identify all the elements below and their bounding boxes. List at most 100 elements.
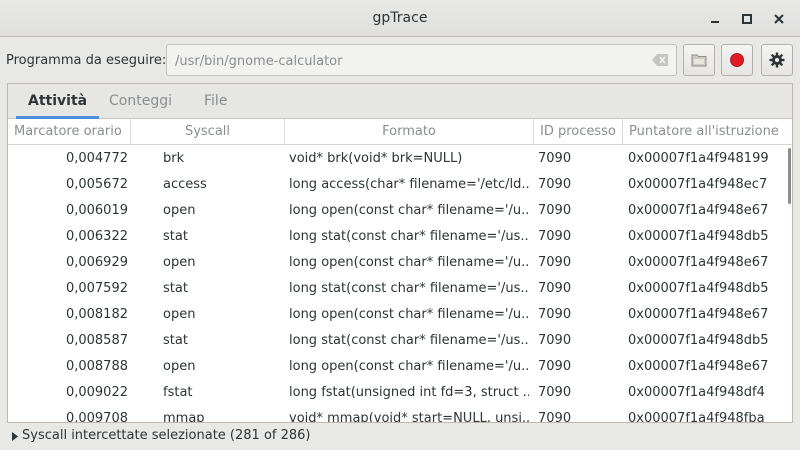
tab-file[interactable]: File [204, 84, 227, 119]
table-row[interactable]: 0,004772 brk void* brk(void* brk=NULL) 7… [8, 146, 792, 172]
tab-attivita[interactable]: Attività [15, 84, 100, 119]
column-header-format[interactable]: Formato [285, 119, 534, 145]
cell-format: long stat(const char* filename='/us... [289, 333, 529, 348]
cell-format: long open(const char* filename='/u... [289, 359, 529, 374]
vertical-scrollbar[interactable] [788, 148, 791, 204]
table-row[interactable]: 0,008587 stat long stat(const char* file… [8, 328, 792, 354]
cell-syscall: open [163, 307, 196, 322]
window-title: gpTrace [372, 10, 428, 26]
cell-format: void* brk(void* brk=NULL) [289, 151, 463, 166]
cell-timestamp: 0,006322 [65, 229, 128, 244]
table-row[interactable]: 0,007592 stat long stat(const char* file… [8, 276, 792, 302]
cell-pointer: 0x00007f1a4f948fba [628, 411, 765, 422]
cell-timestamp: 0,006929 [65, 255, 128, 270]
cell-timestamp: 0,008587 [65, 333, 128, 348]
cell-syscall: stat [163, 281, 188, 296]
cell-timestamp: 0,004772 [65, 151, 128, 166]
program-toolbar: Programma da eseguire: [0, 37, 800, 83]
clear-icon[interactable] [652, 54, 668, 70]
cell-pointer: 0x00007f1a4f948e67 [628, 359, 769, 374]
syscall-table-body: 0,004772 brk void* brk(void* brk=NULL) 7… [8, 146, 792, 422]
column-header-pid[interactable]: ID processo [534, 119, 623, 145]
cell-format: long open(const char* filename='/u... [289, 255, 529, 270]
cell-pointer: 0x00007f1a4f948e67 [628, 255, 769, 270]
cell-pointer: 0x00007f1a4f948e67 [628, 307, 769, 322]
cell-pid: 7090 [538, 229, 572, 244]
cell-timestamp: 0,008788 [65, 359, 128, 374]
expander-arrow-icon[interactable] [12, 430, 18, 445]
table-row[interactable]: 0,006929 open long open(const char* file… [8, 250, 792, 276]
cell-pid: 7090 [538, 281, 572, 296]
folder-icon [691, 54, 707, 67]
record-button[interactable] [721, 44, 753, 76]
notebook: Attività Conteggi File Marcatore orario … [7, 83, 793, 423]
cell-pid: 7090 [538, 151, 572, 166]
open-file-button[interactable] [683, 44, 715, 76]
cell-timestamp: 0,006019 [65, 203, 128, 218]
title-bar: gpTrace [0, 0, 800, 37]
cell-format: long open(const char* filename='/u... [289, 203, 529, 218]
selected-syscalls-expander[interactable]: Syscall intercettate selezionate (281 of… [0, 423, 800, 450]
table-row[interactable]: 0,009022 fstat long fstat(unsigned int f… [8, 380, 792, 406]
cell-syscall: stat [163, 229, 188, 244]
column-header-pointer[interactable]: Puntatore all'istruzione [623, 119, 792, 145]
table-row[interactable]: 0,006019 open long open(const char* file… [8, 198, 792, 224]
cell-syscall: fstat [163, 385, 193, 400]
program-entry[interactable] [166, 44, 677, 76]
cell-pid: 7090 [538, 307, 572, 322]
tab-bar: Attività Conteggi File [8, 84, 792, 119]
expander-label: Syscall intercettate selezionate (281 of… [22, 428, 311, 443]
cell-pointer: 0x00007f1a4f948199 [628, 151, 769, 166]
maximize-icon [742, 14, 752, 24]
minimize-icon [711, 21, 719, 23]
cell-pid: 7090 [538, 203, 572, 218]
cell-pointer: 0x00007f1a4f948ec7 [628, 177, 768, 192]
program-label: Programma da eseguire: [6, 53, 167, 68]
tab-conteggi[interactable]: Conteggi [109, 84, 172, 119]
cell-format: long fstat(unsigned int fd=3, struct ... [289, 385, 529, 400]
cell-format: void* mmap(void* start=NULL, unsi... [289, 411, 529, 422]
cell-syscall: mmap [163, 411, 205, 422]
cell-syscall: open [163, 359, 196, 374]
settings-button[interactable] [761, 44, 793, 76]
gear-icon [769, 52, 785, 68]
cell-pointer: 0x00007f1a4f948db5 [628, 333, 769, 348]
cell-timestamp: 0,008182 [65, 307, 128, 322]
close-icon [774, 14, 784, 24]
cell-syscall: open [163, 255, 196, 270]
cell-pid: 7090 [538, 411, 572, 422]
cell-format: long open(const char* filename='/u... [289, 307, 529, 322]
cell-format: long stat(const char* filename='/us... [289, 281, 529, 296]
record-icon [730, 53, 744, 67]
table-row[interactable]: 0,006322 stat long stat(const char* file… [8, 224, 792, 250]
maximize-button[interactable] [737, 9, 757, 29]
cell-pointer: 0x00007f1a4f948db5 [628, 229, 769, 244]
cell-format: long stat(const char* filename='/us... [289, 229, 529, 244]
program-input[interactable] [175, 52, 645, 70]
cell-timestamp: 0,005672 [65, 177, 128, 192]
cell-syscall: brk [163, 151, 185, 166]
cell-pid: 7090 [538, 177, 572, 192]
cell-pid: 7090 [538, 255, 572, 270]
table-row[interactable]: 0,008788 open long open(const char* file… [8, 354, 792, 380]
cell-syscall: stat [163, 333, 188, 348]
cell-syscall: access [163, 177, 207, 192]
cell-format: long access(char* filename='/etc/ld... [289, 177, 529, 192]
table-row[interactable]: 0,009708 mmap void* mmap(void* start=NUL… [8, 406, 792, 422]
cell-pointer: 0x00007f1a4f948db5 [628, 281, 769, 296]
cell-pid: 7090 [538, 359, 572, 374]
minimize-button[interactable] [705, 9, 725, 29]
cell-timestamp: 0,007592 [65, 281, 128, 296]
cell-pid: 7090 [538, 333, 572, 348]
cell-pid: 7090 [538, 385, 572, 400]
cell-syscall: open [163, 203, 196, 218]
cell-timestamp: 0,009022 [65, 385, 128, 400]
close-button[interactable] [769, 9, 789, 29]
column-header-syscall[interactable]: Syscall [131, 119, 285, 145]
cell-pointer: 0x00007f1a4f948df4 [628, 385, 765, 400]
column-header-timestamp[interactable]: Marcatore orario [8, 119, 131, 145]
table-row[interactable]: 0,008182 open long open(const char* file… [8, 302, 792, 328]
cell-pointer: 0x00007f1a4f948e67 [628, 203, 769, 218]
table-row[interactable]: 0,005672 access long access(char* filena… [8, 172, 792, 198]
table-header: Marcatore orario Syscall Formato ID proc… [8, 119, 792, 145]
